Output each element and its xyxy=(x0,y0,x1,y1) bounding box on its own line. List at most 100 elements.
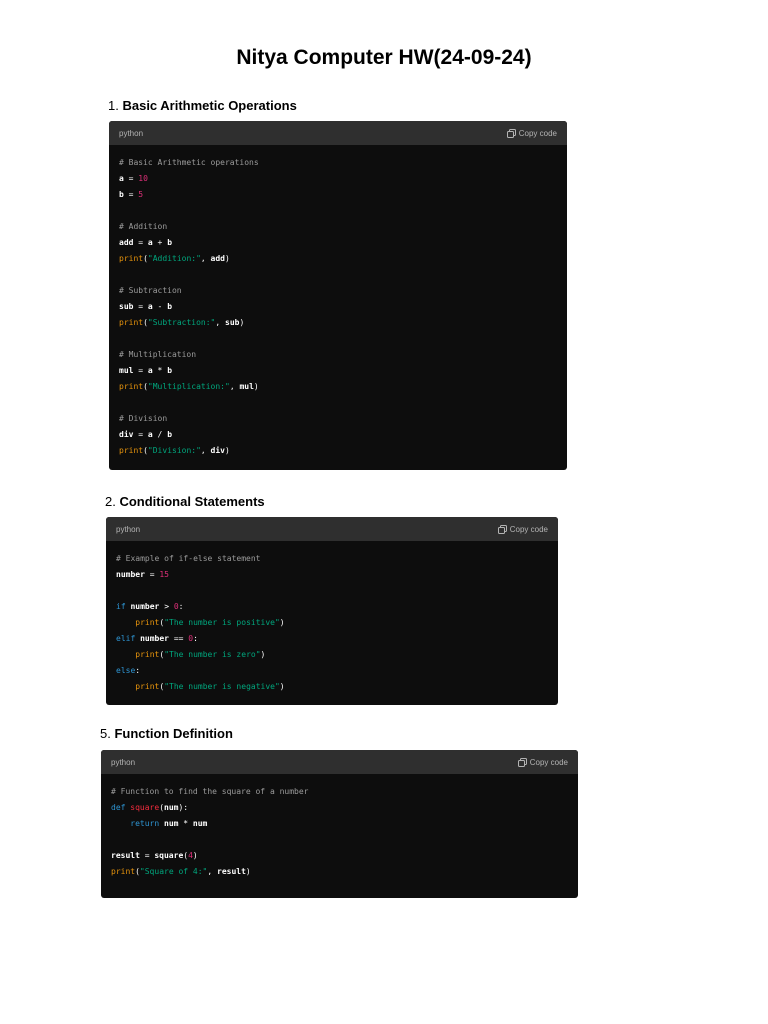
code-token-num: 5 xyxy=(138,190,144,199)
code-line: add = a + b xyxy=(119,235,557,251)
code-token-ident: mul xyxy=(119,366,134,375)
code-header: python Copy code xyxy=(101,750,578,774)
code-line: div = a / b xyxy=(119,427,557,443)
code-token-op: ) xyxy=(253,382,259,391)
code-token-ident: b xyxy=(167,430,173,439)
code-token-ident: mul xyxy=(239,382,254,391)
code-token-op: ) xyxy=(279,682,285,691)
code-line: # Example of if-else statement xyxy=(116,551,548,567)
code-token-ident: number xyxy=(140,634,169,643)
code-line: elif number == 0: xyxy=(116,631,548,647)
code-token-op xyxy=(111,819,130,828)
section-number: 2. xyxy=(105,494,116,509)
code-token-op: = xyxy=(139,851,155,860)
code-language-label: python xyxy=(111,757,136,767)
copy-code-button[interactable]: Copy code xyxy=(517,757,568,767)
code-line: a = 10 xyxy=(119,171,557,187)
code-token-op: == xyxy=(169,634,189,643)
code-token-str: "Subtraction:" xyxy=(147,318,216,327)
code-token-ident: number xyxy=(130,602,160,611)
code-line: print("Division:", div) xyxy=(119,443,557,459)
code-token-comment: # Example of if-else statement xyxy=(116,554,261,563)
document-title: Nitya Computer HW(24-09-24) xyxy=(236,46,532,69)
code-token-str: "Addition:" xyxy=(147,254,201,263)
section-heading-arithmetic: 1. Basic Arithmetic Operations xyxy=(108,98,297,113)
code-token-func: print xyxy=(119,446,144,455)
code-line: print("Addition:", add) xyxy=(119,251,557,267)
code-line: # Addition xyxy=(119,219,557,235)
code-token-ident: b xyxy=(167,366,173,375)
code-line: print("Subtraction:", sub) xyxy=(119,315,557,331)
code-token-num: 10 xyxy=(138,174,148,183)
code-line: # Multiplication xyxy=(119,347,557,363)
code-line: result = square(4) xyxy=(111,848,568,864)
copy-code-label: Copy code xyxy=(529,757,568,767)
code-block-arithmetic: python Copy code # Basic Arithmetic oper… xyxy=(109,121,567,470)
code-token-op: = xyxy=(123,190,139,199)
code-token-op: ) xyxy=(279,618,285,627)
copy-icon xyxy=(506,128,516,138)
code-token-func: print xyxy=(119,254,144,263)
code-token-op: : xyxy=(193,634,198,643)
section-title: Function Definition xyxy=(114,726,233,741)
code-line: else: xyxy=(116,663,548,679)
code-token-comment: # Multiplication xyxy=(119,350,197,359)
code-token-op: , xyxy=(215,318,225,327)
code-token-op: : xyxy=(178,602,184,611)
section-heading-conditional: 2. Conditional Statements xyxy=(105,494,265,509)
code-token-op: ) xyxy=(225,446,230,455)
code-token-op: = xyxy=(133,430,148,439)
code-token-op: = xyxy=(133,302,148,311)
copy-icon xyxy=(517,757,527,767)
code-token-func: print xyxy=(119,318,144,327)
code-line: print("The number is negative") xyxy=(116,679,548,695)
code-token-op: > xyxy=(159,602,174,611)
code-token-op: = xyxy=(144,570,160,579)
code-token-op: , xyxy=(200,254,211,263)
code-token-ident: result xyxy=(111,851,140,860)
code-token-ident: sub xyxy=(225,318,240,327)
code-token-op: ) xyxy=(239,318,245,327)
code-token-op: ) xyxy=(225,254,230,263)
code-block-function: python Copy code # Function to find the … xyxy=(101,750,578,898)
code-token-num: 15 xyxy=(159,570,169,579)
code-token-ident: add xyxy=(210,254,225,263)
code-line: b = 5 xyxy=(119,187,557,203)
code-line: return num * num xyxy=(111,816,568,832)
code-token-str: "The number is negative" xyxy=(164,682,280,691)
code-token-func: print xyxy=(135,618,160,627)
code-token-comment: # Addition xyxy=(119,222,168,231)
code-token-ident: num xyxy=(192,819,208,828)
code-line: # Subtraction xyxy=(119,283,557,299)
code-token-op: : xyxy=(135,666,141,675)
code-token-func: print xyxy=(111,867,136,876)
code-token-str: "Division:" xyxy=(147,446,201,455)
code-token-ident: num xyxy=(164,819,179,828)
code-token-op: + xyxy=(152,238,168,247)
code-token-def: square xyxy=(130,803,160,812)
code-language-label: python xyxy=(119,128,144,138)
code-token-ident: result xyxy=(217,867,246,876)
code-token-op: = xyxy=(133,366,148,375)
copy-icon xyxy=(497,524,507,534)
code-token-op: = xyxy=(123,174,139,183)
section-number: 5. xyxy=(100,726,111,741)
code-header: python Copy code xyxy=(106,517,558,541)
code-token-op: , xyxy=(200,446,211,455)
code-token-ident: b xyxy=(167,302,173,311)
copy-code-button[interactable]: Copy code xyxy=(497,524,548,534)
code-token-op: ) xyxy=(260,650,266,659)
code-line: print("The number is positive") xyxy=(116,615,548,631)
code-token-op: - xyxy=(152,302,168,311)
code-token-kw: else xyxy=(116,666,136,675)
code-token-op: / xyxy=(152,430,168,439)
copy-code-button[interactable]: Copy code xyxy=(506,128,557,138)
code-line: print("The number is zero") xyxy=(116,647,548,663)
code-token-op: * xyxy=(178,819,193,828)
code-body: # Function to find the square of a numbe… xyxy=(101,774,578,880)
code-token-ident: b xyxy=(167,238,173,247)
code-body: # Basic Arithmetic operations a = 10 b = 5… xyxy=(109,145,567,459)
